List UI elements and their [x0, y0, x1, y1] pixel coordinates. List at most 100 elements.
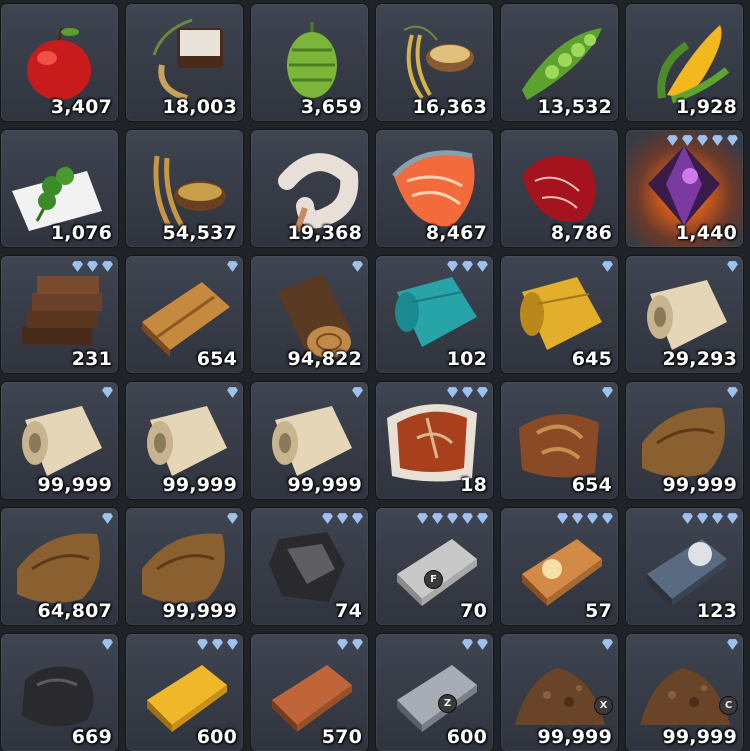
inventory-slot[interactable]: 99,999: [626, 382, 743, 499]
herb-icon: [12, 165, 102, 231]
gem-icon: [477, 639, 488, 650]
inventory-slot[interactable]: 231: [1, 256, 118, 373]
inventory-slot[interactable]: 654: [501, 382, 618, 499]
tier-gems: [196, 638, 239, 651]
hide-icon: [642, 407, 725, 477]
wheat-bowl-icon: [153, 155, 226, 230]
gem-icon: [477, 387, 488, 398]
inventory-slot[interactable]: 18: [376, 382, 493, 499]
item-quantity: 99,999: [162, 474, 237, 496]
item-quantity: 654: [571, 474, 612, 496]
tier-gems: [726, 260, 739, 273]
fish-steak-icon: [392, 150, 475, 227]
cloth-roll-icon: [272, 406, 352, 476]
inventory-slot[interactable]: 99,999: [126, 382, 243, 499]
gem-icon: [352, 261, 363, 272]
ingot-icon: [272, 665, 352, 732]
inventory-slot[interactable]: 3,407: [1, 4, 118, 121]
inventory-slot[interactable]: C 99,999: [626, 634, 743, 751]
ingot-icon: [397, 665, 477, 732]
gem-icon: [557, 513, 568, 524]
inventory-slot[interactable]: 74: [251, 508, 368, 625]
apple-icon: [27, 27, 91, 100]
inventory-slot[interactable]: 3,659: [251, 4, 368, 121]
cloth-roll-icon: [395, 277, 477, 347]
item-quantity: 600: [446, 726, 487, 748]
inventory-slot[interactable]: 18,003: [126, 4, 243, 121]
hide-icon: [142, 533, 225, 603]
item-quantity: 3,407: [50, 96, 112, 118]
hotkey-badge: X: [594, 696, 613, 715]
pea-pod-icon: [522, 28, 602, 100]
item-quantity: 16,363: [412, 96, 487, 118]
inventory-slot[interactable]: X 99,999: [501, 634, 618, 751]
gem-icon: [432, 513, 443, 524]
inventory-slot[interactable]: 29,293: [626, 256, 743, 373]
gem-icon: [212, 639, 223, 650]
inventory-slot[interactable]: 1,928: [626, 4, 743, 121]
inventory-slot[interactable]: 123: [626, 508, 743, 625]
inventory-slot[interactable]: 8,467: [376, 130, 493, 247]
gem-icon: [352, 387, 363, 398]
inventory-slot[interactable]: 654: [126, 256, 243, 373]
inventory-slot[interactable]: 102: [376, 256, 493, 373]
tier-gems: [226, 512, 239, 525]
tier-gems: [461, 638, 489, 651]
tier-gems: [601, 638, 614, 651]
gem-icon: [587, 513, 598, 524]
item-quantity: 99,999: [662, 474, 737, 496]
item-quantity: 600: [196, 726, 237, 748]
inventory-slot[interactable]: 669: [1, 634, 118, 751]
leather-bundle-icon: [387, 404, 477, 482]
gem-icon: [727, 387, 738, 398]
gem-icon: [602, 387, 613, 398]
ingot-icon: [647, 539, 727, 606]
inventory-slot[interactable]: 1,076: [1, 130, 118, 247]
hotkey-badge: Z: [438, 694, 457, 713]
ingot-icon: [147, 665, 227, 732]
gem-icon: [227, 639, 238, 650]
gem-icon: [447, 387, 458, 398]
dirt-pile-icon: [515, 668, 605, 725]
inventory-slot[interactable]: 13,532: [501, 4, 618, 121]
ingot-icon: [397, 539, 477, 606]
gem-icon: [72, 261, 83, 272]
gem-icon: [352, 513, 363, 524]
rice-bowl-icon: [403, 25, 474, 100]
gem-icon: [227, 513, 238, 524]
inventory-slot[interactable]: 8,786: [501, 130, 618, 247]
gem-icon: [682, 135, 693, 146]
tier-gems: [351, 386, 364, 399]
inventory-slot[interactable]: 600: [126, 634, 243, 751]
inventory-slot[interactable]: 99,999: [251, 382, 368, 499]
tier-gems: [71, 260, 114, 273]
gem-icon: [417, 513, 428, 524]
inventory-slot[interactable]: 16,363: [376, 4, 493, 121]
item-quantity: 70: [460, 600, 487, 622]
inventory-slot[interactable]: 19,368: [251, 130, 368, 247]
inventory-slot[interactable]: 1,440: [626, 130, 743, 247]
inventory-slot[interactable]: F 70: [376, 508, 493, 625]
gem-icon: [477, 261, 488, 272]
inventory-slot[interactable]: 570: [251, 634, 368, 751]
inventory-slot[interactable]: 64,807: [1, 508, 118, 625]
gem-icon: [337, 513, 348, 524]
gem-icon: [337, 639, 348, 650]
inventory-slot[interactable]: 645: [501, 256, 618, 373]
item-quantity: 231: [71, 348, 112, 370]
inventory-slot[interactable]: Z 600: [376, 634, 493, 751]
inventory-slot[interactable]: 99,999: [126, 508, 243, 625]
cloth-roll-icon: [22, 406, 102, 476]
item-quantity: 94,822: [287, 348, 362, 370]
tier-gems: [601, 386, 614, 399]
item-quantity: 54,537: [162, 222, 237, 244]
item-quantity: 18: [460, 474, 487, 496]
inventory-slot[interactable]: 54,537: [126, 130, 243, 247]
item-quantity: 99,999: [162, 600, 237, 622]
inventory-slot[interactable]: 94,822: [251, 256, 368, 373]
item-quantity: 13,532: [537, 96, 612, 118]
gem-icon: [602, 513, 613, 524]
inventory-slot[interactable]: 99,999: [1, 382, 118, 499]
inventory-slot[interactable]: 57: [501, 508, 618, 625]
grain-sack-icon: [152, 18, 223, 101]
